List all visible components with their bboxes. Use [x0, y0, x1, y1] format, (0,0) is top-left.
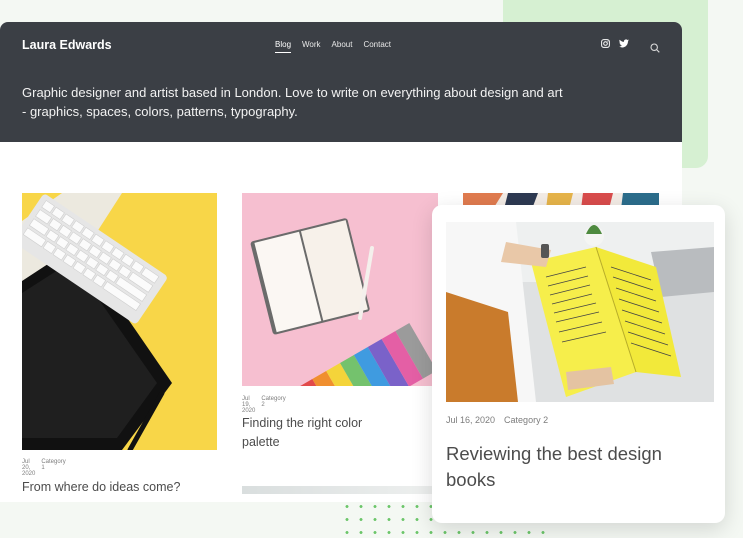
post-image-bottom-strip — [242, 486, 438, 494]
post-date: Jul 16, 2020 — [446, 415, 496, 425]
twitter-icon[interactable] — [619, 39, 629, 48]
post-title[interactable]: Reviewing the best design books — [446, 441, 696, 493]
post-meta: Jul 16, 2020 Category 2 — [446, 415, 548, 425]
nav-work[interactable]: Work — [302, 40, 321, 53]
featured-post-card[interactable]: Jul 16, 2020 Category 2 Reviewing the be… — [432, 205, 725, 523]
post-meta: Jul 19, 2020 Category 2 — [242, 396, 286, 414]
site-tagline: Graphic designer and artist based in Lon… — [22, 85, 563, 119]
post-category[interactable]: Category 1 — [41, 459, 65, 477]
nav-blog[interactable]: Blog — [275, 40, 292, 53]
post-image-notebook[interactable] — [242, 193, 438, 386]
post-date: Jul 19, 2020 — [242, 396, 256, 414]
post-date: Jul 20, 2020 — [22, 459, 36, 477]
post-image-keyboard-tablet[interactable] — [22, 193, 217, 450]
post-title[interactable]: Finding the right color palette — [242, 414, 402, 452]
site-header: Laura Edwards Blog Work About Contact Gr… — [0, 22, 682, 142]
site-brand[interactable]: Laura Edwards — [22, 38, 112, 52]
social-links — [601, 39, 629, 48]
search-icon[interactable] — [650, 40, 660, 58]
nav-contact[interactable]: Contact — [363, 40, 391, 53]
main-nav: Blog Work About Contact — [275, 40, 391, 53]
post-meta: Jul 20, 2020 Category 1 — [22, 459, 66, 477]
nav-about[interactable]: About — [332, 40, 353, 53]
instagram-icon[interactable] — [601, 39, 610, 48]
post-category[interactable]: Category 2 — [261, 396, 285, 414]
post-title[interactable]: From where do ideas come? — [22, 479, 217, 496]
post-category[interactable]: Category 2 — [504, 415, 548, 425]
post-image-design-book[interactable] — [446, 222, 714, 402]
